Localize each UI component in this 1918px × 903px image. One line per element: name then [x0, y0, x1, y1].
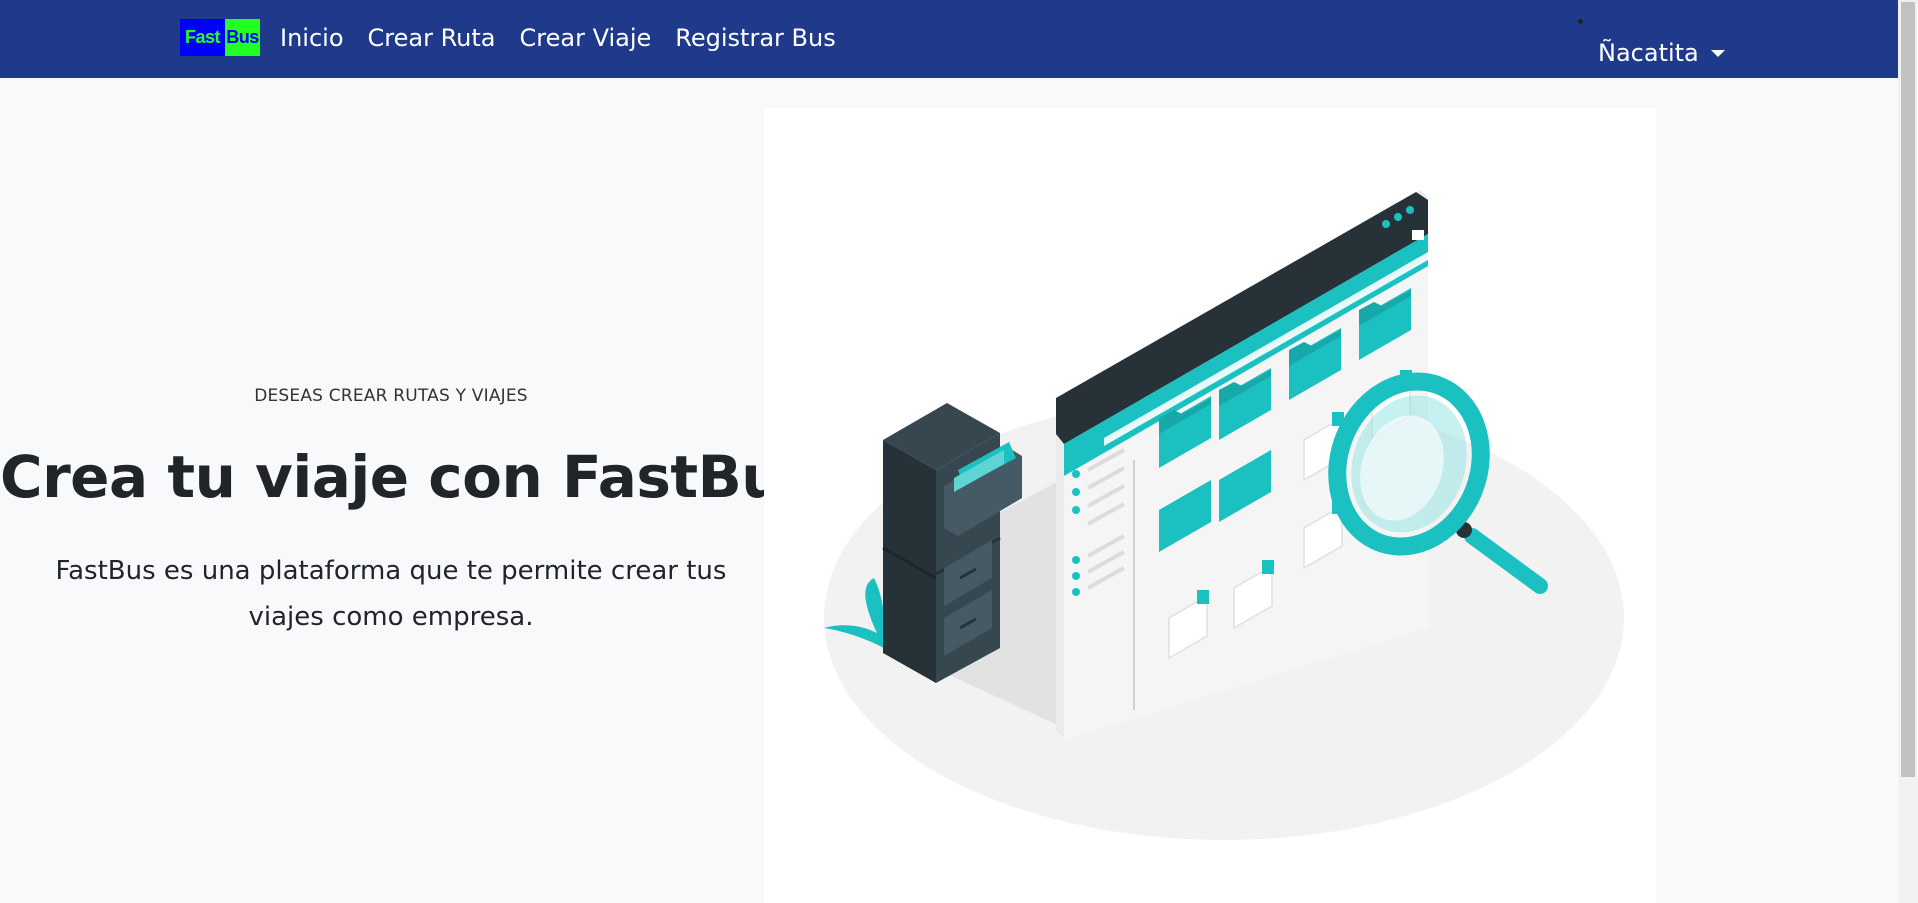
user-status-dot	[1578, 19, 1583, 24]
nav-link-registrar-bus[interactable]: Registrar Bus	[663, 22, 847, 54]
brand-logo-bus: Bus	[225, 19, 260, 56]
nav-link-crear-viaje[interactable]: Crear Viaje	[508, 22, 664, 54]
navbar: Fast Bus Inicio Crear Ruta Crear Viaje R…	[0, 0, 1898, 78]
hero-lead: FastBus es una plataforma que te permite…	[55, 556, 727, 632]
hero-illustration	[764, 108, 1656, 903]
brand-logo-fast: Fast	[180, 19, 225, 56]
user-dropdown[interactable]: Ñacatita	[1598, 37, 1725, 69]
nav-links: Inicio Crear Ruta Crear Viaje Registrar …	[280, 22, 848, 54]
page-scrollbar[interactable]	[1898, 0, 1918, 903]
hero-eyebrow: DESEAS CREAR RUTAS Y VIAJES	[254, 386, 528, 406]
file-browser-illustration	[824, 190, 1624, 840]
user-name: Ñacatita	[1598, 39, 1699, 67]
hero-text: DESEAS CREAR RUTAS Y VIAJES Crea tu viaj…	[0, 78, 817, 903]
scrollbar-thumb[interactable]	[1901, 2, 1915, 777]
nav-link-inicio[interactable]: Inicio	[280, 22, 356, 54]
brand-logo[interactable]: Fast Bus	[180, 19, 260, 56]
hero-headline: Crea tu viaje con FastBus	[0, 443, 817, 511]
nav-link-crear-ruta[interactable]: Crear Ruta	[356, 22, 508, 54]
chevron-down-icon	[1710, 49, 1725, 57]
